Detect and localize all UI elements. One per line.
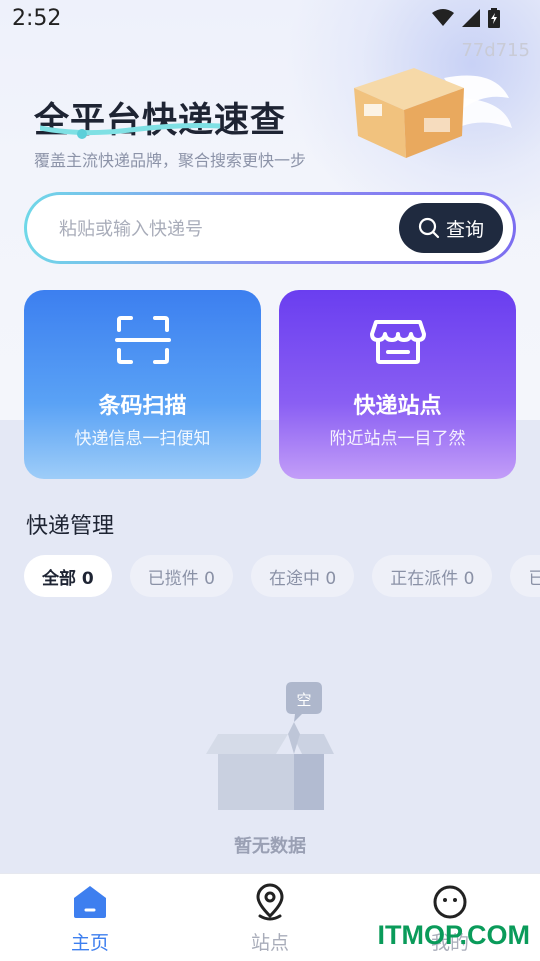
status-icons — [432, 8, 500, 28]
search-button[interactable]: 查询 — [399, 203, 503, 253]
tab-delivering[interactable]: 正在派件 0 — [372, 555, 493, 597]
nav-home-label: 主页 — [70, 932, 109, 954]
barcode-scan-subtitle: 快递信息一扫便知 — [74, 429, 211, 449]
empty-badge-text: 空 — [296, 691, 311, 709]
hero-underline-decoration — [40, 123, 220, 139]
tab-in-transit[interactable]: 在途中 0 — [250, 555, 355, 597]
express-station-subtitle: 附近站点一目了然 — [329, 429, 466, 449]
tab-collected[interactable]: 已揽件 0 — [129, 555, 233, 597]
search-bar: 查询 — [24, 192, 516, 264]
tab-all[interactable]: 全部 0 — [24, 555, 112, 597]
status-bar: 2:52 — [0, 0, 540, 38]
status-filter-tabs: 全部 0 已揽件 0 在途中 0 正在派件 0 已 — [24, 555, 540, 597]
watermark: ITMOP.COM — [377, 920, 530, 950]
nav-station-label: 站点 — [250, 932, 289, 954]
section-title: 快递管理 — [26, 514, 115, 539]
smiley-face-icon — [433, 885, 467, 919]
nav-home[interactable]: 主页 — [30, 882, 150, 955]
barcode-scan-card[interactable]: 条码扫描 快递信息一扫便知 — [24, 290, 261, 479]
flying-package-icon — [354, 68, 512, 158]
scan-icon — [114, 316, 171, 364]
barcode-scan-title: 条码扫描 — [98, 394, 187, 419]
express-station-card[interactable]: 快递站点 附近站点一目了然 — [279, 290, 516, 479]
empty-box-illustration: 空 — [206, 682, 334, 810]
wifi-icon — [432, 9, 454, 26]
signal-icon — [462, 9, 480, 27]
search-button-label: 查询 — [445, 218, 484, 241]
express-station-title: 快递站点 — [353, 394, 442, 419]
battery-icon — [488, 8, 500, 28]
home-icon — [74, 886, 106, 918]
tab-signed-partial[interactable]: 已 — [510, 555, 540, 597]
search-icon — [418, 217, 440, 239]
status-time: 2:52 — [12, 6, 62, 31]
location-pin-icon — [256, 883, 284, 921]
empty-state-text: 暂无数据 — [234, 836, 306, 857]
hero-subtitle: 覆盖主流快递品牌，聚合搜索更快一步 — [34, 151, 307, 170]
store-icon — [369, 320, 426, 364]
nav-station[interactable]: 站点 — [210, 882, 330, 955]
search-bar-inner: 查询 — [27, 195, 513, 261]
tracking-number-input[interactable] — [57, 207, 401, 251]
